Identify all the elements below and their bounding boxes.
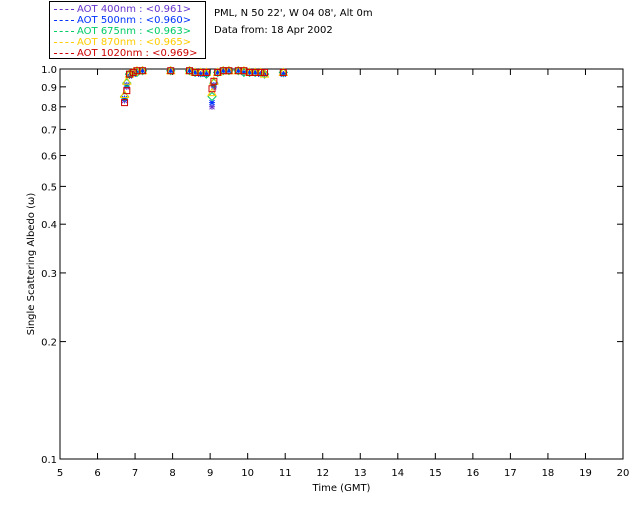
albedo-chart: 5 6 7 8 9 10 11 12 13 14 15 16 17 18 19 20 1.0 0.9 0.8 0.7 0… bbox=[26, 65, 630, 494]
x-tick-label: 14 bbox=[391, 468, 404, 479]
y-tick-label: 1.0 bbox=[41, 65, 57, 76]
x-tick-label: 9 bbox=[207, 468, 213, 479]
x-tick-label: 18 bbox=[542, 468, 555, 479]
plot-frame bbox=[59, 68, 624, 460]
x-tick-label: 17 bbox=[504, 468, 517, 479]
x-tick-label: 19 bbox=[579, 468, 592, 479]
y-tick-label: 0.8 bbox=[41, 103, 57, 114]
y-axis-title: Single Scattering Albedo (ω) bbox=[26, 193, 37, 336]
y-tick-label: 0.1 bbox=[41, 455, 57, 466]
x-tick-label: 11 bbox=[279, 468, 292, 479]
x-tick-label: 8 bbox=[169, 468, 175, 479]
y-tick-label: 0.6 bbox=[41, 152, 57, 163]
y-tick-label: 0.4 bbox=[41, 220, 57, 231]
y-tick-label: 0.5 bbox=[41, 182, 57, 193]
y-tick-label: 0.7 bbox=[41, 125, 57, 136]
y-tick-label: 0.3 bbox=[41, 269, 57, 280]
x-tick-label: 12 bbox=[316, 468, 329, 479]
x-tick-label: 7 bbox=[132, 468, 138, 479]
x-tick-label: 16 bbox=[466, 468, 479, 479]
x-tick-label: 13 bbox=[354, 468, 367, 479]
x-tick-label: 20 bbox=[617, 468, 630, 479]
x-tick-label: 15 bbox=[429, 468, 442, 479]
y-tick-label: 0.2 bbox=[41, 338, 57, 349]
y-tick-label: 0.9 bbox=[41, 83, 57, 94]
x-tick-label: 10 bbox=[241, 468, 254, 479]
x-axis-title: Time (GMT) bbox=[312, 483, 371, 494]
x-tick-label: 6 bbox=[94, 468, 100, 479]
x-tick-label: 5 bbox=[57, 468, 63, 479]
